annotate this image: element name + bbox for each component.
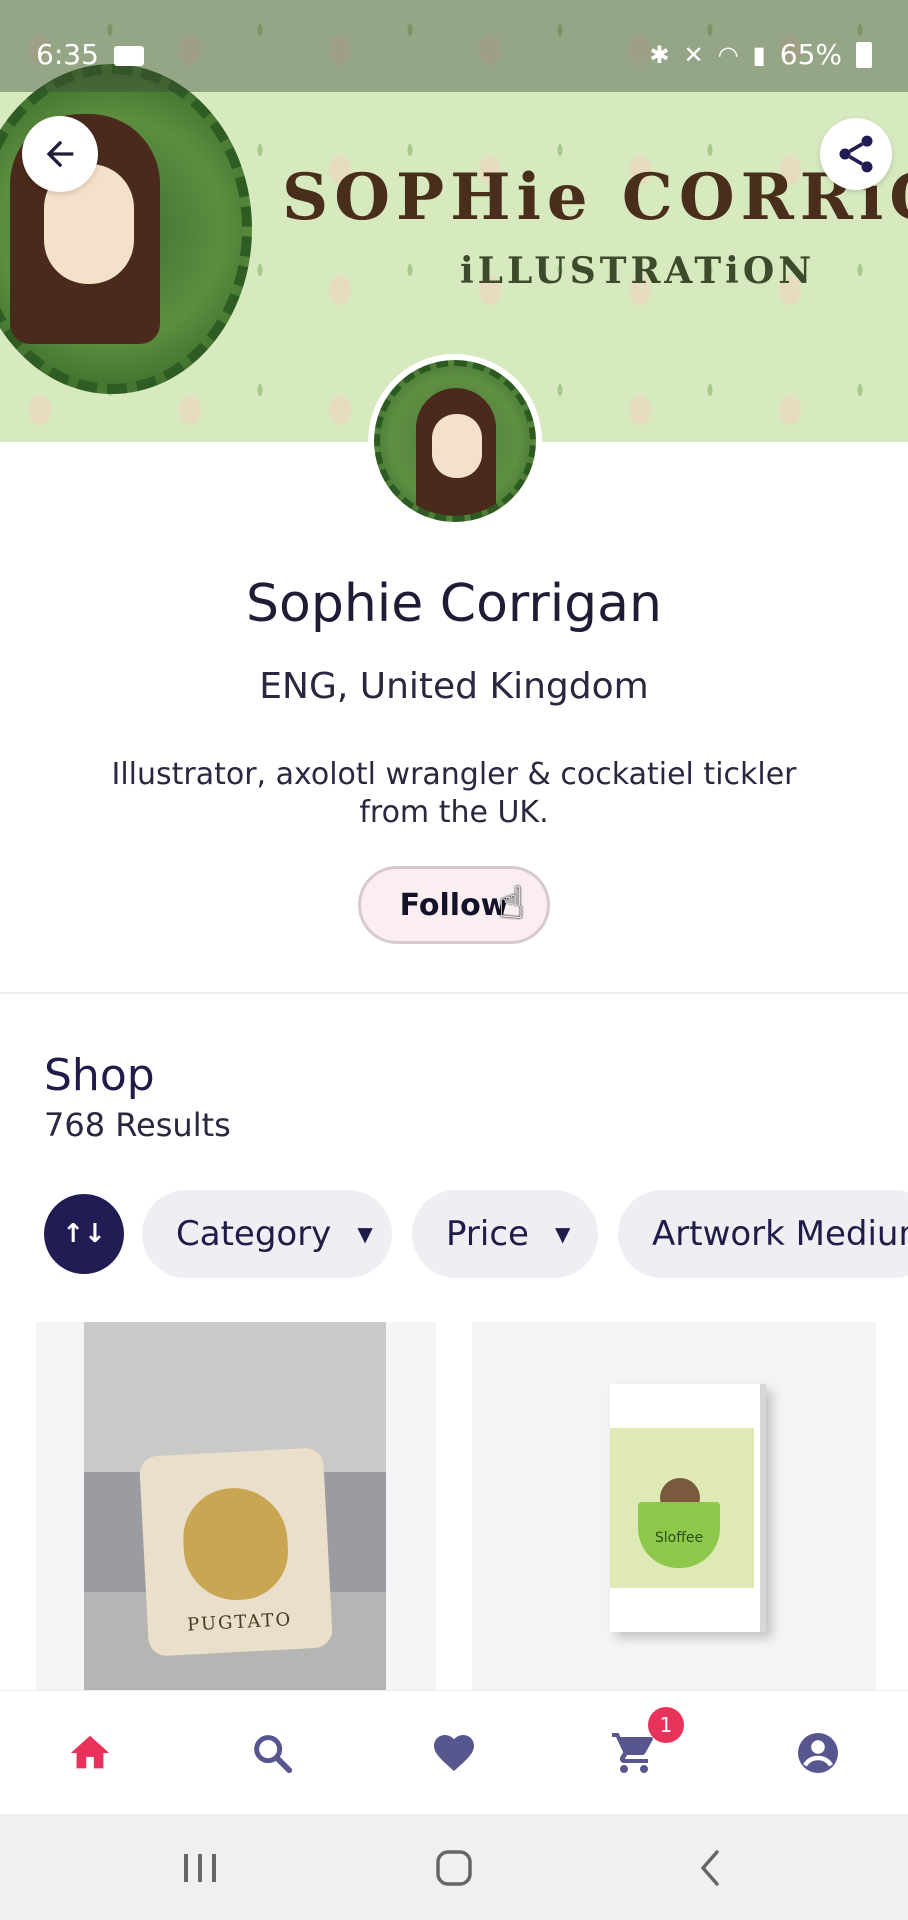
- pillow-art-text: PUGTATO: [186, 1609, 293, 1636]
- chevron-left-icon: [700, 1850, 719, 1886]
- banner-subtitle: iLLUSTRATiON: [460, 250, 816, 292]
- profile-location: ENG, United Kingdom: [259, 666, 649, 707]
- greeting-card-art: Sloffee: [610, 1428, 754, 1588]
- pillow-image: PUGTATO: [84, 1322, 386, 1692]
- potato-illustration: [180, 1485, 291, 1603]
- heart-icon: [434, 1735, 474, 1771]
- section-divider: [0, 992, 908, 994]
- system-back-button[interactable]: [680, 1840, 740, 1896]
- avatar-image: [374, 360, 536, 522]
- shop-results-count: 768 Results: [44, 1106, 231, 1144]
- greeting-card-image: Sloffee: [610, 1384, 766, 1632]
- status-bar: 6:35 ✱ ✕ ◠ ▮ 65%: [0, 0, 908, 92]
- home-icon: [70, 1735, 110, 1769]
- system-navigation-bar: [0, 1814, 908, 1920]
- cup-art-text: Sloffee: [654, 1530, 704, 1546]
- hand-cursor-icon: ☝: [498, 878, 525, 929]
- nav-home[interactable]: [58, 1721, 122, 1785]
- filter-price-label: Price: [446, 1214, 529, 1254]
- home-circle-icon: [436, 1850, 472, 1886]
- nav-favorites[interactable]: [422, 1721, 486, 1785]
- bottom-navigation: 1: [0, 1690, 908, 1814]
- battery-icon: [856, 41, 872, 68]
- cart-count-badge: 1: [648, 1707, 684, 1743]
- banner-title: SOPHie CORRiGA: [282, 160, 908, 235]
- share-icon: [839, 135, 873, 173]
- filter-medium-label: Artwork Medium: [652, 1214, 908, 1254]
- arrow-left-icon: [46, 140, 74, 168]
- system-home-button[interactable]: [424, 1840, 484, 1896]
- recents-icon: [184, 1854, 216, 1882]
- nav-account[interactable]: [786, 1721, 850, 1785]
- screen-record-icon: [114, 46, 144, 66]
- battery-percent: 65%: [779, 38, 842, 71]
- mute-icon: ✕: [683, 40, 704, 69]
- avatar-face: [432, 414, 482, 478]
- cup-illustration: Sloffee: [638, 1502, 720, 1568]
- caret-down-icon: ▼: [357, 1222, 373, 1246]
- back-button[interactable]: [22, 116, 98, 192]
- filter-medium-chip[interactable]: Artwork Medium: [618, 1190, 908, 1278]
- shop-title: Shop: [44, 1050, 155, 1101]
- sort-button[interactable]: ↑↓: [44, 1194, 124, 1274]
- profile-name: Sophie Corrigan: [246, 574, 662, 634]
- status-right: ✱ ✕ ◠ ▮ 65%: [649, 38, 872, 71]
- product-card[interactable]: PUGTATO: [36, 1322, 436, 1692]
- sort-arrows-icon: ↑↓: [62, 1219, 106, 1249]
- signal-icon: ▮: [752, 40, 766, 69]
- status-time: 6:35: [36, 38, 99, 71]
- share-button[interactable]: [820, 118, 892, 190]
- nav-search[interactable]: [240, 1721, 304, 1785]
- filter-price-chip[interactable]: Price ▼: [412, 1190, 598, 1278]
- pillow-shape: PUGTATO: [138, 1447, 334, 1657]
- bluetooth-icon: ✱: [649, 40, 670, 69]
- search-icon: [254, 1735, 293, 1774]
- caret-down-icon: ▼: [554, 1222, 571, 1246]
- profile-avatar: [368, 354, 542, 528]
- product-card[interactable]: Sloffee: [472, 1322, 876, 1692]
- banner-portrait-image: [0, 64, 252, 394]
- cart-icon: [612, 1733, 653, 1773]
- filter-category-label: Category: [176, 1214, 332, 1254]
- wifi-icon: ◠: [717, 40, 739, 69]
- recent-apps-button[interactable]: [170, 1840, 230, 1896]
- profile-bio: Illustrator, axolotl wrangler & cockatie…: [111, 757, 797, 830]
- filter-category-chip[interactable]: Category ▼: [142, 1190, 392, 1278]
- account-icon: [798, 1733, 838, 1773]
